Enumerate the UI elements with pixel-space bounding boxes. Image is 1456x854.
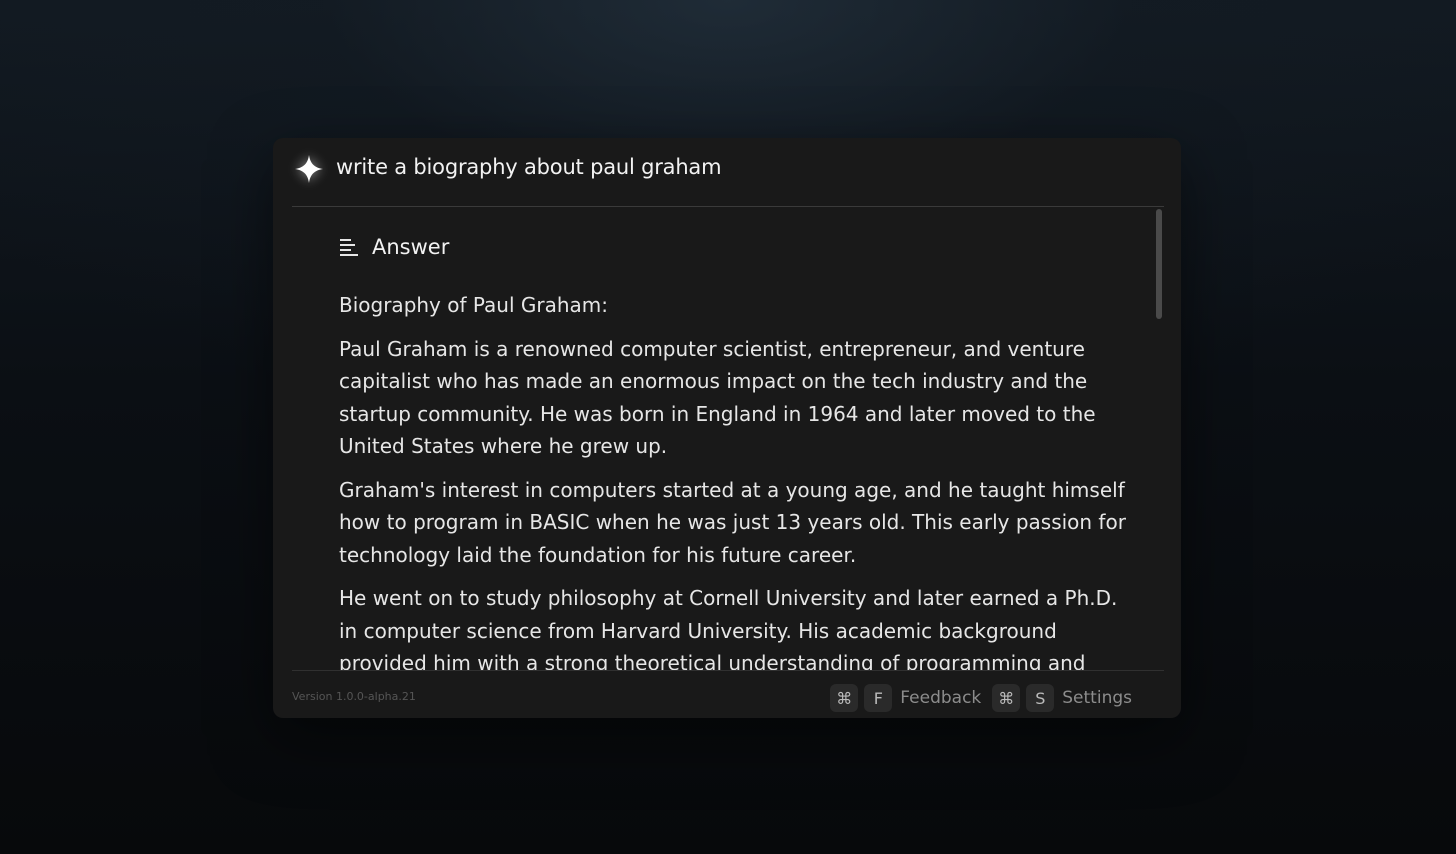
answer-paragraph: Biography of Paul Graham:	[339, 293, 609, 317]
footer-bar: Version 1.0.0-alpha.21 ⌘ F Feedback ⌘ S …	[273, 671, 1181, 718]
answer-header: Answer	[339, 235, 449, 259]
settings-key[interactable]: S	[1026, 684, 1055, 712]
query-text[interactable]: write a biography about paul graham	[336, 155, 722, 179]
shortcut-group: ⌘ F Feedback ⌘ S Settings	[830, 684, 1132, 712]
ai-assistant-panel: write a biography about paul graham Answ…	[273, 138, 1181, 718]
sparkle-icon	[295, 155, 323, 183]
settings-button[interactable]: Settings	[1062, 688, 1132, 708]
version-label: Version 1.0.0-alpha.21	[292, 690, 416, 703]
feedback-key[interactable]: F	[864, 684, 893, 712]
feedback-button[interactable]: Feedback	[900, 688, 981, 708]
answer-body: Biography of Paul Graham: Paul Graham is…	[339, 289, 1139, 670]
query-bar[interactable]: write a biography about paul graham	[273, 138, 1181, 206]
answer-scroll-area[interactable]: Answer Biography of Paul Graham: Paul Gr…	[292, 207, 1164, 670]
answer-heading: Answer	[372, 235, 450, 259]
command-key-icon[interactable]: ⌘	[830, 684, 859, 712]
answer-paragraph: He went on to study philosophy at Cornel…	[339, 586, 1118, 670]
scrollbar-thumb[interactable]	[1156, 209, 1162, 319]
answer-paragraph: Graham's interest in computers started a…	[339, 477, 1126, 567]
align-left-icon	[340, 239, 358, 256]
command-key-icon[interactable]: ⌘	[992, 684, 1021, 712]
answer-paragraph: Paul Graham is a renowned computer scien…	[339, 336, 1096, 459]
